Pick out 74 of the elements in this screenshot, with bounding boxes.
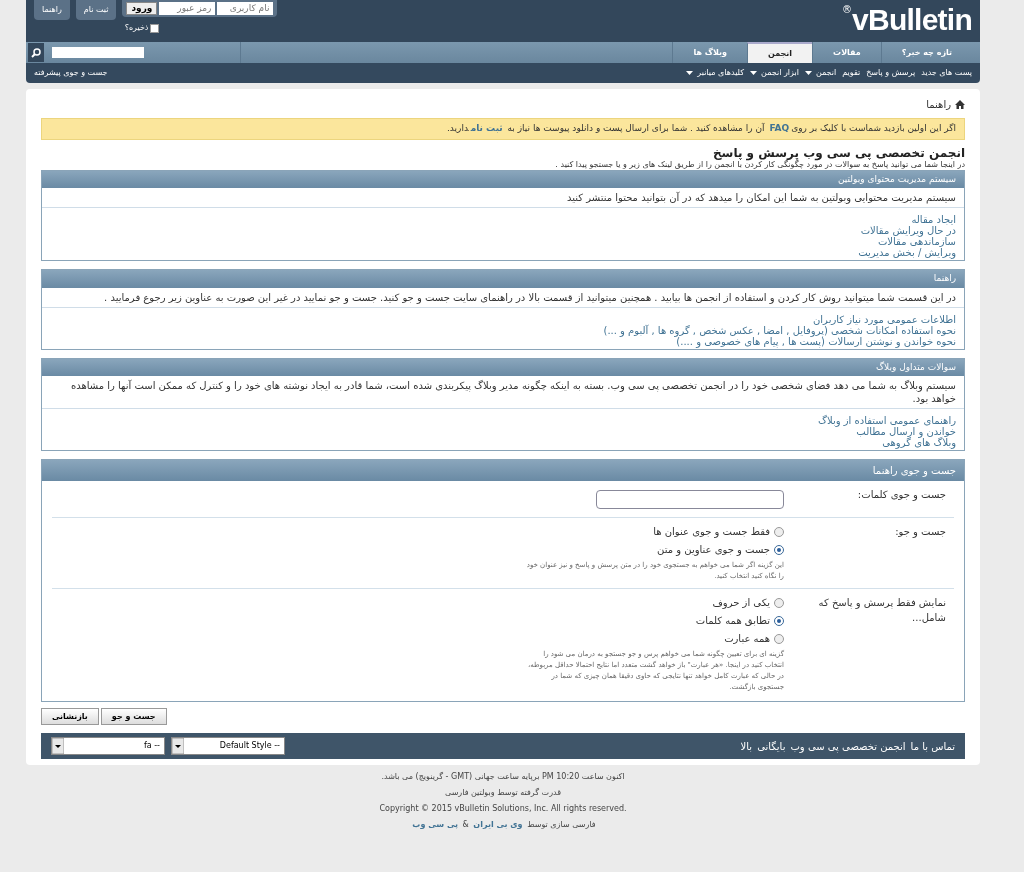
caret-icon: [686, 71, 694, 75]
keywords-field[interactable]: [596, 489, 784, 509]
password-field[interactable]: رمز عبور: [159, 2, 216, 15]
login-button[interactable]: ورود: [126, 2, 158, 15]
help-link[interactable]: در حال ویرایش مقالات: [860, 225, 956, 236]
help-link[interactable]: سازماندهی مقالات: [877, 236, 956, 247]
time-text: اکنون ساعت 10:20 PM برپایه ساعت جهانی (GMT - گرینویچ) می باشد.: [381, 771, 625, 782]
help-link[interactable]: نحوه استفاده امکانات شخصی (پروفایل , امضا , عکس شخص , گروه ها , آلبوم و ...): [603, 324, 956, 336]
link[interactable]: FAQ: [769, 123, 790, 133]
form-label: نمایش فقط پرسش و پاسخ که شامل...: [817, 596, 947, 625]
section-description: سیستم مدیریت محتوایی وبولتین به شما این امکان را میدهد که در آن بتوانید محتوا منتشر کنید: [42, 188, 964, 208]
advanced-search-link[interactable]: جست و جوی پیشرفته: [34, 67, 108, 79]
select-field[interactable]: -- fa: [51, 737, 165, 755]
footer-link[interactable]: انجمن تخصصی پی سی وب: [790, 738, 906, 754]
radio-button[interactable]: [774, 633, 784, 644]
section-header: سیستم مدیریت محتوای وبولتین: [42, 170, 964, 188]
link[interactable]: پی سی وب: [412, 820, 458, 829]
username-field[interactable]: نام کاربری: [217, 2, 274, 15]
radio-button[interactable]: [774, 597, 784, 608]
home-icon: [955, 100, 965, 109]
link[interactable]: ثبت نام: [470, 123, 503, 133]
help-link[interactable]: اطلاعات عمومی مورد نیاز کاربران: [813, 313, 956, 325]
dropdown-icon: [172, 738, 184, 754]
header-button[interactable]: ثبت نام: [75, 0, 117, 20]
header-button[interactable]: راهنما: [34, 0, 70, 20]
section-description: در این قسمت شما میتوانید روش کار کردن و استفاده از انجمن ها بیابید . همچنین میتوانید از قسمت بالا در راهنمای سایت جست و جو کنید. جست و جو نمایید در غیر این صورت به عناوین زیر رجوع فرمایید .: [42, 287, 964, 308]
nav-tab[interactable]: انجمن: [747, 42, 813, 63]
copyright-text: Copyright © 2015 vBulletin Solutions, Inc. All rights reserved.: [379, 803, 627, 814]
help-link[interactable]: ایجاد مقاله: [911, 214, 956, 225]
powered-text: قدرت گرفته توسط وبولتین فارسی: [444, 787, 562, 798]
sub-nav-link[interactable]: پست های جدید: [921, 67, 972, 79]
form-button[interactable]: بازنشانی: [41, 708, 99, 725]
footer-link[interactable]: بایگانی: [757, 738, 786, 754]
search-icon: [31, 47, 41, 58]
help-link[interactable]: وبلاگ های گروهی: [882, 437, 956, 448]
sub-nav-link[interactable]: پرسش و پاسخ: [866, 67, 916, 79]
footer-link[interactable]: تماس با ما: [910, 738, 955, 754]
logo: vBulletin ®: [842, 2, 972, 38]
sub-nav-link[interactable]: ابزار انجمن: [750, 67, 799, 79]
section-header: سوالات متداول وبلاگ: [42, 358, 964, 376]
footer-link[interactable]: بالا: [740, 738, 753, 754]
radio-button[interactable]: [774, 544, 784, 555]
dropdown-icon: [52, 738, 64, 754]
section-header: جست و جوی راهنما: [42, 460, 964, 481]
page-title: انجمن تخصصی پی سی وب پرسش و پاسخ: [711, 145, 965, 160]
help-link[interactable]: ویرایش / بخش مدیریت: [858, 247, 956, 258]
link[interactable]: وی بی ایران: [473, 820, 523, 829]
credit-text: فارسی سازی توسط وی بی ایران & پی سی وب: [411, 819, 596, 830]
select-field[interactable]: -- Default Style: [171, 737, 285, 755]
search-button[interactable]: [28, 43, 44, 62]
radio-label: جست و جوی عناوین و متن: [657, 543, 770, 557]
breadcrumb-link[interactable]: راهنما: [926, 97, 951, 112]
radio-label: فقط جست و جوی عنوان ها: [653, 525, 770, 539]
radio-label: همه عبارت: [724, 632, 770, 646]
radio-button[interactable]: [774, 526, 784, 537]
section-header: راهنما: [42, 270, 964, 288]
radio-label: یکی از حروف: [712, 596, 770, 610]
form-label: جست و جو:: [894, 525, 947, 540]
search-field[interactable]: [52, 47, 144, 58]
remember-label: ذخیره؟: [124, 22, 149, 34]
help-link[interactable]: نحوه خواندن و نوشتن ارسالات (پست ها , پیام های خصوصی و ....): [676, 335, 956, 347]
sub-nav-link[interactable]: تقویم: [842, 67, 861, 79]
sub-nav-link[interactable]: انجمن: [804, 67, 837, 79]
remember-checkbox[interactable]: [150, 23, 160, 33]
help-link[interactable]: راهنمای عمومی استفاده از وبلاگ: [818, 415, 956, 426]
radio-label: تطابق همه کلمات: [695, 614, 770, 628]
form-label: جست و جوی کلمات:: [856, 488, 947, 503]
caret-icon: [750, 71, 758, 75]
radio-button[interactable]: [774, 615, 784, 626]
section-description: سیستم وبلاگ به شما می دهد فضای شخصی خود را در انجمن تخصصی پی سی وب. بسته به اینکه چگونه مدیر وبلاگ پیکربندی شده است، شما قادر به ایجاد نوشته های خود را و کنترل که ممکن است آنها را مشاهده خواهد بود.: [42, 376, 964, 409]
sub-nav-link[interactable]: کلیدهای میانبر: [686, 67, 745, 79]
form-button[interactable]: جست و جو: [100, 708, 167, 725]
help-link[interactable]: خواندن و ارسال مطالب: [856, 426, 956, 437]
caret-icon: [804, 71, 812, 75]
